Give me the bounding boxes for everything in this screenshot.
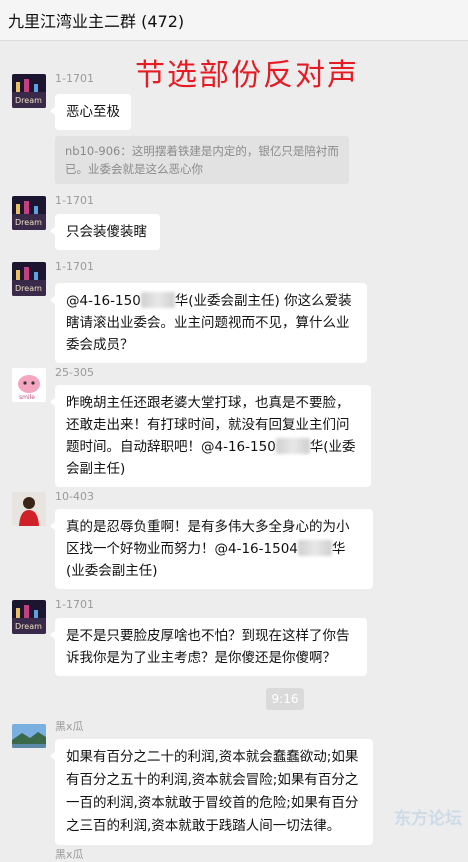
- avatar[interactable]: Dream: [12, 74, 46, 108]
- sender-name: 1-1701: [55, 72, 94, 85]
- time-divider: 9:16: [266, 688, 304, 710]
- avatar-night-scene-icon: Dream: [12, 600, 46, 634]
- sender-name: 1-1701: [55, 260, 94, 273]
- svg-text:smile: smile: [19, 394, 35, 401]
- sender-name: 10-403: [55, 490, 94, 503]
- avatar[interactable]: Dream: [12, 600, 46, 634]
- redacted-blur: [297, 540, 332, 556]
- avatar[interactable]: [12, 724, 46, 748]
- svg-text:Dream: Dream: [15, 284, 42, 293]
- quoted-message[interactable]: nb10-906：这明摆着铁建是内定的，银亿只是陪衬而已。业委会就是这么恶心你: [55, 136, 349, 184]
- avatar[interactable]: [12, 492, 46, 526]
- mention-text: @4-16-150: [66, 293, 141, 309]
- message-bubble[interactable]: 只会装傻装瞎: [50, 214, 160, 250]
- chat-header: 九里江湾业主二群 (472): [0, 0, 468, 41]
- sender-name: 25-305: [55, 366, 94, 379]
- sender-name: 1-1701: [55, 194, 94, 207]
- svg-text:Dream: Dream: [15, 96, 42, 105]
- avatar-night-scene-icon: Dream: [12, 262, 46, 296]
- message-bubble[interactable]: 如果有百分之二十的利润,资本就会蠢蠢欲动;如果有百分之五十的利润,资本就会冒险;…: [50, 739, 373, 845]
- avatar-landscape-icon: [12, 724, 46, 748]
- redacted-blur: [140, 292, 175, 308]
- sender-name-partial: 黑x瓜: [55, 848, 84, 861]
- watermark-logo: 东方论坛: [394, 809, 462, 829]
- redacted-blur: [275, 438, 310, 454]
- message-bubble[interactable]: 真的是忍辱负重啊！是有多伟大多全身心的为小区找一个好物业而努力！@4-16-15…: [50, 509, 373, 589]
- svg-text:Dream: Dream: [15, 218, 42, 227]
- avatar[interactable]: Dream: [12, 196, 46, 230]
- avatar[interactable]: smile: [12, 368, 46, 402]
- svg-text:Dream: Dream: [15, 622, 42, 631]
- avatar-cartoon-pink-icon: smile: [12, 368, 46, 402]
- message-bubble[interactable]: 昨晚胡主任还跟老婆大堂打球，也真是不要脸，还敢走出来！有打球时间，就没有回复业主…: [50, 385, 371, 487]
- overlay-caption: 节选部份反对声: [135, 58, 359, 93]
- avatar-night-scene-icon: Dream: [12, 74, 46, 108]
- sender-name: 1-1701: [55, 598, 94, 611]
- message-bubble[interactable]: 是不是只要脸皮厚啥也不怕？到现在这样了你告诉我你是为了业主考虑？是你傻还是你傻啊…: [50, 618, 367, 676]
- avatar[interactable]: Dream: [12, 262, 46, 296]
- sender-name: 黑x瓜: [55, 720, 84, 733]
- message-bubble[interactable]: @4-16-150 华(业委会副主任) 你这么爱装瞎请滚出业委会。业主问题视而不见…: [50, 283, 367, 363]
- avatar-person-red-icon: [12, 492, 46, 526]
- chat-title: 九里江湾业主二群 (472): [8, 12, 185, 31]
- message-bubble[interactable]: 恶心至极: [50, 94, 131, 130]
- avatar-night-scene-icon: Dream: [12, 196, 46, 230]
